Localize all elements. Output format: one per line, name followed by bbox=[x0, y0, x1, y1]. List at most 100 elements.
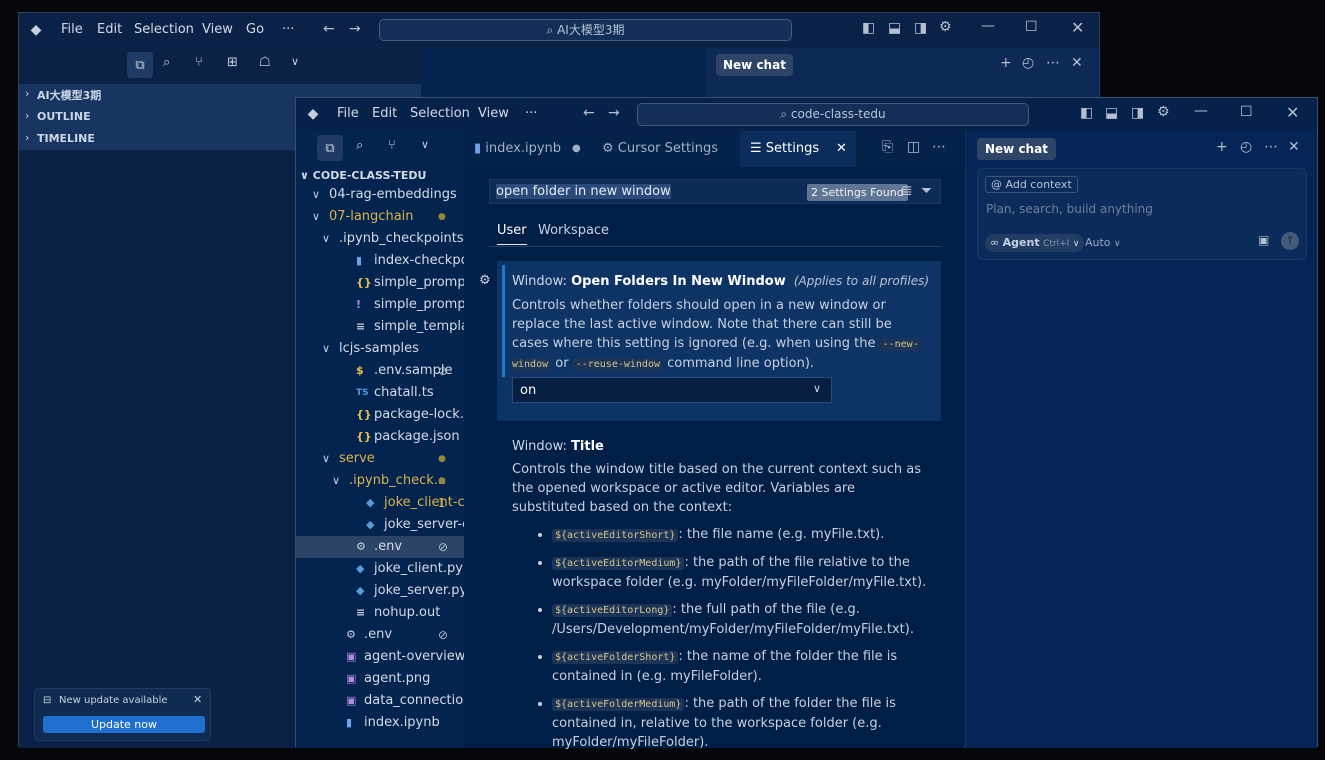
explorer-icon[interactable]: ⧉ bbox=[317, 135, 343, 161]
tree-item[interactable]: ◆ joke_server.py bbox=[296, 580, 464, 602]
image-icon[interactable]: ▣ bbox=[1258, 233, 1269, 247]
filter-icon[interactable]: ⏷ bbox=[921, 183, 932, 199]
plus-icon[interactable]: + bbox=[1000, 55, 1012, 71]
forward-arrow-icon[interactable]: → bbox=[349, 21, 361, 37]
menu-file[interactable]: File bbox=[337, 106, 359, 121]
settings-editor: open folder in new window 2 Settings Fou… bbox=[464, 167, 964, 750]
more-actions-icon[interactable]: ⋯ bbox=[932, 139, 946, 155]
tree-item[interactable]: ▣ agent-overview.png bbox=[296, 646, 464, 668]
update-now-button[interactable]: Update now bbox=[43, 716, 205, 733]
tree-item[interactable]: ⚙ .env ⊘ bbox=[296, 536, 464, 558]
tree-item[interactable]: ∨ lcjs-samples bbox=[296, 338, 464, 360]
tree-item[interactable]: {}simple_prompt-ch... bbox=[296, 272, 464, 294]
forward-arrow-icon[interactable]: → bbox=[608, 105, 620, 121]
toggle-secondary-sidebar-icon[interactable]: ◨ bbox=[914, 20, 927, 36]
tree-item[interactable]: ≡ simple_template-c... bbox=[296, 316, 464, 338]
chevron-down-icon[interactable]: ∨ bbox=[291, 55, 299, 68]
chevron-down-icon[interactable]: ∨ bbox=[421, 138, 429, 151]
tree-item[interactable]: TS chatall.ts bbox=[296, 382, 464, 404]
settings-search-input[interactable]: open folder in new window 2 Settings Fou… bbox=[489, 179, 941, 204]
tree-item[interactable]: ∨ .ipynb_check... ● bbox=[296, 470, 464, 492]
tree-item[interactable]: ▣ agent.png bbox=[296, 668, 464, 690]
new-chat-tab[interactable]: New chat bbox=[716, 54, 793, 76]
tree-item[interactable]: ∨ .ipynb_checkpoints bbox=[296, 228, 464, 250]
minimize-icon[interactable]: — bbox=[981, 18, 995, 34]
menu-file[interactable]: File bbox=[61, 22, 83, 37]
close-icon[interactable]: ✕ bbox=[1071, 55, 1083, 71]
menu-go[interactable]: Go bbox=[246, 22, 264, 37]
explorer-icon[interactable]: ⧉ bbox=[127, 52, 153, 78]
new-chat-tab[interactable]: New chat bbox=[977, 138, 1056, 160]
maximize-icon[interactable]: ☐ bbox=[1025, 19, 1038, 35]
tree-item[interactable]: ∨ 04-rag-embeddings bbox=[296, 184, 464, 206]
maximize-icon[interactable]: ☐ bbox=[1240, 104, 1253, 120]
add-context-button[interactable]: @ Add context bbox=[985, 176, 1078, 193]
history-icon[interactable]: ◴ bbox=[1022, 55, 1034, 71]
tree-item[interactable]: ∨ 07-langchain ● bbox=[296, 206, 464, 228]
scope-user-tab[interactable]: User bbox=[497, 223, 527, 245]
tree-item[interactable]: ▮ index-checkpoint.i... bbox=[296, 250, 464, 272]
search-view-icon[interactable]: ⌕ bbox=[356, 138, 363, 153]
source-control-icon[interactable]: ⑂ bbox=[388, 138, 396, 153]
agents-icon[interactable]: ☖ bbox=[259, 55, 271, 70]
tree-item[interactable]: ◆ joke_client.py bbox=[296, 558, 464, 580]
minimize-icon[interactable]: — bbox=[1194, 103, 1208, 119]
command-search[interactable]: ⌕ code-class-tedu bbox=[637, 103, 1029, 126]
tree-item[interactable]: {}package-lock.json bbox=[296, 404, 464, 426]
close-icon[interactable]: ✕ bbox=[836, 131, 847, 167]
source-control-icon[interactable]: ⑂ bbox=[195, 55, 203, 70]
toggle-panel-icon[interactable]: ⬓ bbox=[888, 20, 901, 36]
tab-settings[interactable]: ☰ Settings ✕ bbox=[740, 131, 856, 167]
tab-index-ipynb[interactable]: ▮ index.ipynb ● bbox=[464, 131, 590, 167]
toggle-sidebar-icon[interactable]: ◧ bbox=[862, 20, 875, 36]
open-settings-json-icon[interactable]: ⎘ bbox=[882, 139, 893, 155]
send-arrow-icon[interactable]: ↑ bbox=[1281, 232, 1299, 250]
tree-item[interactable]: ⚙ .env ⊘ bbox=[296, 624, 464, 646]
toggle-sidebar-icon[interactable]: ◧ bbox=[1080, 105, 1093, 121]
toggle-secondary-sidebar-icon[interactable]: ◨ bbox=[1131, 105, 1144, 121]
setting-value-select[interactable]: on ∨ bbox=[512, 377, 832, 403]
more-icon[interactable]: ⋯ bbox=[1046, 55, 1060, 71]
tree-item[interactable]: ◆ joke_client-c...1 bbox=[296, 492, 464, 514]
close-icon[interactable]: ✕ bbox=[1071, 18, 1084, 37]
clear-filter-icon[interactable]: ≣ bbox=[901, 183, 913, 199]
chat-input[interactable]: Plan, search, build anything bbox=[986, 202, 1153, 216]
menu-edit[interactable]: Edit bbox=[97, 22, 122, 37]
model-select[interactable]: Auto ∨ bbox=[1085, 236, 1121, 249]
tree-item[interactable]: ∨ serve ● bbox=[296, 448, 464, 470]
tree-item[interactable]: ≡ nohup.out bbox=[296, 602, 464, 624]
close-icon[interactable]: ✕ bbox=[1286, 103, 1299, 122]
menu-edit[interactable]: Edit bbox=[372, 106, 397, 121]
setting-gear-icon[interactable]: ⚙ bbox=[479, 273, 491, 288]
tree-item[interactable]: ◆ joke_server-check... bbox=[296, 514, 464, 536]
explorer-title[interactable]: ∨ CODE-CLASS-TEDU bbox=[300, 169, 426, 182]
tab-cursor-settings[interactable]: ⚙ Cursor Settings bbox=[592, 131, 738, 167]
tree-item[interactable]: ▮ index.ipynb bbox=[296, 712, 464, 734]
menu-more[interactable]: ··· bbox=[282, 22, 294, 37]
menu-selection[interactable]: Selection bbox=[134, 22, 194, 37]
extensions-icon[interactable]: ⊞ bbox=[227, 55, 238, 70]
toggle-panel-icon[interactable]: ⬓ bbox=[1105, 105, 1118, 121]
command-search[interactable]: ⌕ AI大模型3期 bbox=[379, 19, 792, 41]
tree-item[interactable]: {} package.json bbox=[296, 426, 464, 448]
scope-workspace-tab[interactable]: Workspace bbox=[538, 223, 609, 238]
gear-icon[interactable]: ⚙ bbox=[1157, 104, 1170, 120]
agent-mode-select[interactable]: ∞ Agent Ctrl+I ∨ bbox=[985, 234, 1085, 252]
menu-view[interactable]: View bbox=[202, 22, 233, 37]
menu-view[interactable]: View bbox=[478, 106, 509, 121]
back-arrow-icon[interactable]: ← bbox=[583, 105, 595, 121]
gear-icon[interactable]: ⚙ bbox=[939, 19, 952, 35]
history-icon[interactable]: ◴ bbox=[1240, 139, 1252, 155]
tree-item[interactable]: ! simple_prompt-ch... bbox=[296, 294, 464, 316]
tree-item[interactable]: $ .env.sample ⊘ bbox=[296, 360, 464, 382]
tree-item[interactable]: ▣ data_connection.jpg bbox=[296, 690, 464, 712]
close-icon[interactable]: ✕ bbox=[1288, 139, 1300, 155]
close-icon[interactable]: ✕ bbox=[193, 693, 202, 706]
plus-icon[interactable]: + bbox=[1216, 139, 1228, 155]
search-view-icon[interactable]: ⌕ bbox=[163, 55, 170, 70]
menu-more[interactable]: ··· bbox=[525, 106, 537, 121]
split-editor-icon[interactable]: ◫ bbox=[907, 139, 920, 155]
more-icon[interactable]: ⋯ bbox=[1264, 139, 1278, 155]
back-arrow-icon[interactable]: ← bbox=[323, 21, 335, 37]
menu-selection[interactable]: Selection bbox=[410, 106, 470, 121]
